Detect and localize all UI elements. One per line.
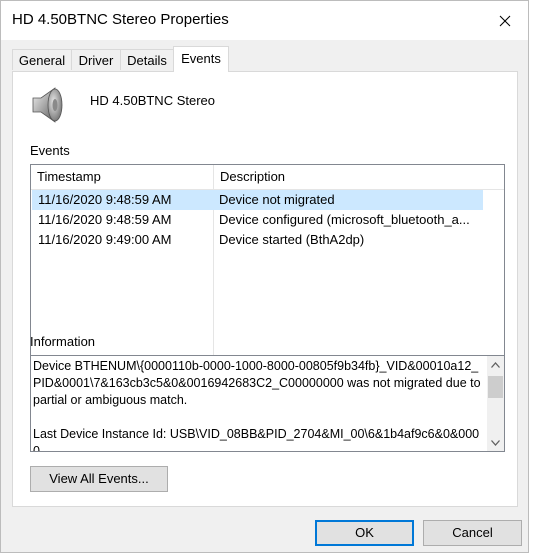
properties-dialog: HD 4.50BTNC Stereo Properties General Dr… [0, 0, 529, 553]
event-description: Device started (BthA2dp) [219, 232, 365, 247]
tab-label: Details [127, 53, 167, 68]
view-all-events-button[interactable]: View All Events... [30, 466, 168, 492]
event-timestamp: 11/16/2020 9:49:00 AM [38, 232, 172, 247]
event-row[interactable]: 11/16/2020 9:48:59 AM Device not migrate… [32, 190, 483, 210]
tab-general[interactable]: General [12, 49, 72, 70]
scroll-up-button[interactable] [487, 356, 504, 373]
information-text[interactable]: Device BTHENUM\{0000110b-0000-1000-8000-… [33, 358, 483, 451]
device-name: HD 4.50BTNC Stereo [90, 93, 215, 108]
window-title: HD 4.50BTNC Stereo Properties [12, 11, 229, 28]
close-button[interactable] [482, 1, 528, 40]
tab-label: Driver [78, 53, 114, 68]
event-row[interactable]: 11/16/2020 9:49:00 AM Device started (Bt… [32, 230, 483, 250]
tab-label: General [18, 53, 66, 68]
event-timestamp: 11/16/2020 9:48:59 AM [38, 192, 172, 207]
tab-driver[interactable]: Driver [71, 49, 121, 70]
close-icon [499, 15, 511, 26]
cancel-button[interactable]: Cancel [423, 520, 522, 546]
events-list-header: Timestamp Description [31, 165, 504, 190]
chevron-down-icon [491, 439, 500, 446]
event-description: Device configured (microsoft_bluetooth_a… [219, 212, 470, 227]
events-panel: HD 4.50BTNC Stereo Events Timestamp Desc… [12, 71, 518, 507]
scroll-down-button[interactable] [487, 434, 504, 451]
chevron-up-icon [491, 361, 500, 368]
event-description: Device not migrated [219, 192, 335, 207]
tab-label: Events [181, 51, 221, 66]
event-timestamp: 11/16/2020 9:48:59 AM [38, 212, 172, 227]
speaker-icon [32, 87, 63, 123]
tab-strip: General Driver Details Events [12, 46, 518, 72]
tab-details[interactable]: Details [120, 49, 174, 70]
scroll-thumb[interactable] [488, 376, 503, 398]
event-row[interactable]: 11/16/2020 9:48:59 AM Device configured … [32, 210, 483, 230]
tab-events[interactable]: Events [173, 46, 229, 72]
title-bar[interactable]: HD 4.50BTNC Stereo Properties [1, 1, 528, 40]
information-textbox[interactable]: Device BTHENUM\{0000110b-0000-1000-8000-… [30, 355, 505, 452]
information-scrollbar[interactable] [487, 356, 504, 451]
information-label: Information [30, 334, 96, 349]
events-label: Events [30, 143, 70, 158]
column-header-description[interactable]: Description [214, 165, 484, 189]
column-header-timestamp[interactable]: Timestamp [31, 165, 213, 189]
ok-button[interactable]: OK [315, 520, 414, 546]
